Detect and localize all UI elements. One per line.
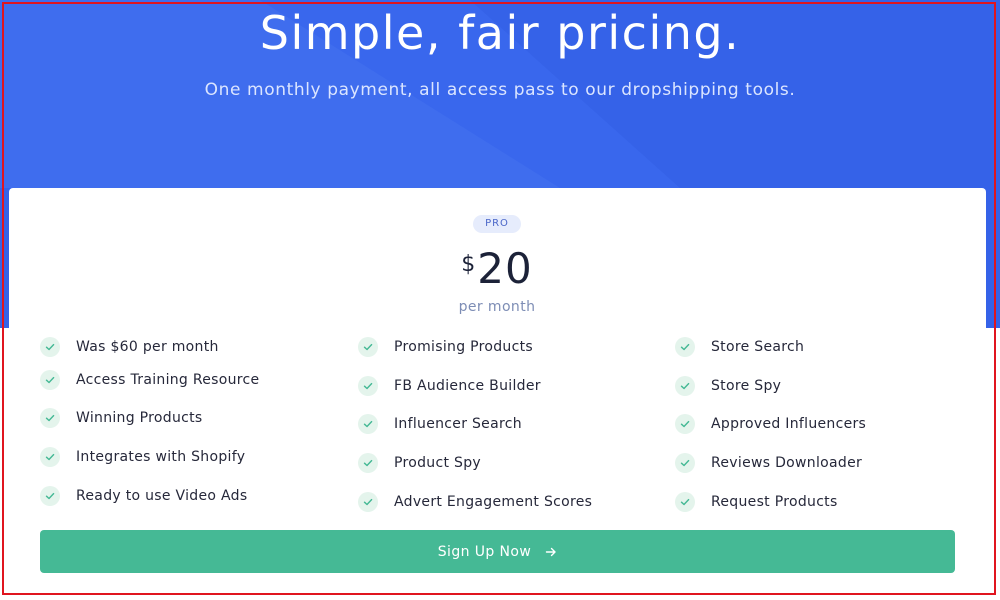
- feature-label: Integrates with Shopify: [76, 449, 246, 465]
- plan-badge: PRO: [473, 215, 521, 233]
- check-icon: [358, 492, 378, 512]
- check-icon: [358, 414, 378, 434]
- check-icon: [675, 414, 695, 434]
- arrow-right-icon: [545, 546, 557, 558]
- feature-item: Promising Products: [358, 336, 533, 358]
- check-icon: [40, 486, 60, 506]
- feature-item: Advert Engagement Scores: [358, 491, 592, 513]
- feature-item: Request Products: [675, 491, 838, 513]
- check-icon: [675, 376, 695, 396]
- check-icon: [358, 376, 378, 396]
- feature-item: Approved Influencers: [675, 413, 866, 435]
- feature-label: Store Spy: [711, 378, 782, 394]
- feature-label: Influencer Search: [394, 416, 522, 432]
- check-icon: [358, 453, 378, 473]
- feature-label: Store Search: [711, 339, 805, 355]
- check-icon: [358, 337, 378, 357]
- sign-up-label: Sign Up Now: [437, 543, 532, 560]
- page-title: Simple, fair pricing.: [259, 6, 741, 60]
- feature-label: Product Spy: [394, 455, 481, 471]
- price-currency: $: [461, 252, 476, 277]
- sign-up-button[interactable]: Sign Up Now: [40, 530, 955, 573]
- feature-item: Influencer Search: [358, 413, 522, 435]
- feature-item: Reviews Downloader: [675, 452, 862, 474]
- plan-price: $20: [0, 244, 994, 293]
- page-subtitle: One monthly payment, all access pass to …: [204, 80, 796, 100]
- price-amount: 20: [477, 244, 533, 293]
- feature-item: Store Spy: [675, 375, 781, 397]
- feature-item: Access Training Resource: [40, 369, 259, 391]
- feature-label: Access Training Resource: [76, 372, 260, 388]
- check-icon: [675, 492, 695, 512]
- check-icon: [675, 453, 695, 473]
- feature-label: Request Products: [711, 494, 838, 510]
- feature-label: Promising Products: [394, 339, 533, 355]
- feature-label: FB Audience Builder: [394, 378, 541, 394]
- check-icon: [40, 408, 60, 428]
- feature-label: Approved Influencers: [711, 416, 867, 432]
- feature-label: Ready to use Video Ads: [76, 488, 248, 504]
- feature-item: Store Search: [675, 336, 804, 358]
- feature-item: Integrates with Shopify: [40, 446, 245, 468]
- feature-label: Was $60 per month: [76, 339, 219, 355]
- check-icon: [40, 337, 60, 357]
- feature-label: Winning Products: [76, 410, 203, 426]
- feature-item: Was $60 per month: [40, 336, 219, 358]
- check-icon: [40, 370, 60, 390]
- feature-item: Winning Products: [40, 407, 203, 429]
- feature-item: Product Spy: [358, 452, 481, 474]
- feature-label: Reviews Downloader: [711, 455, 863, 471]
- check-icon: [675, 337, 695, 357]
- feature-item: Ready to use Video Ads: [40, 485, 247, 507]
- feature-item: FB Audience Builder: [358, 375, 541, 397]
- check-icon: [40, 447, 60, 467]
- feature-label: Advert Engagement Scores: [394, 494, 593, 510]
- price-period: per month: [458, 299, 536, 315]
